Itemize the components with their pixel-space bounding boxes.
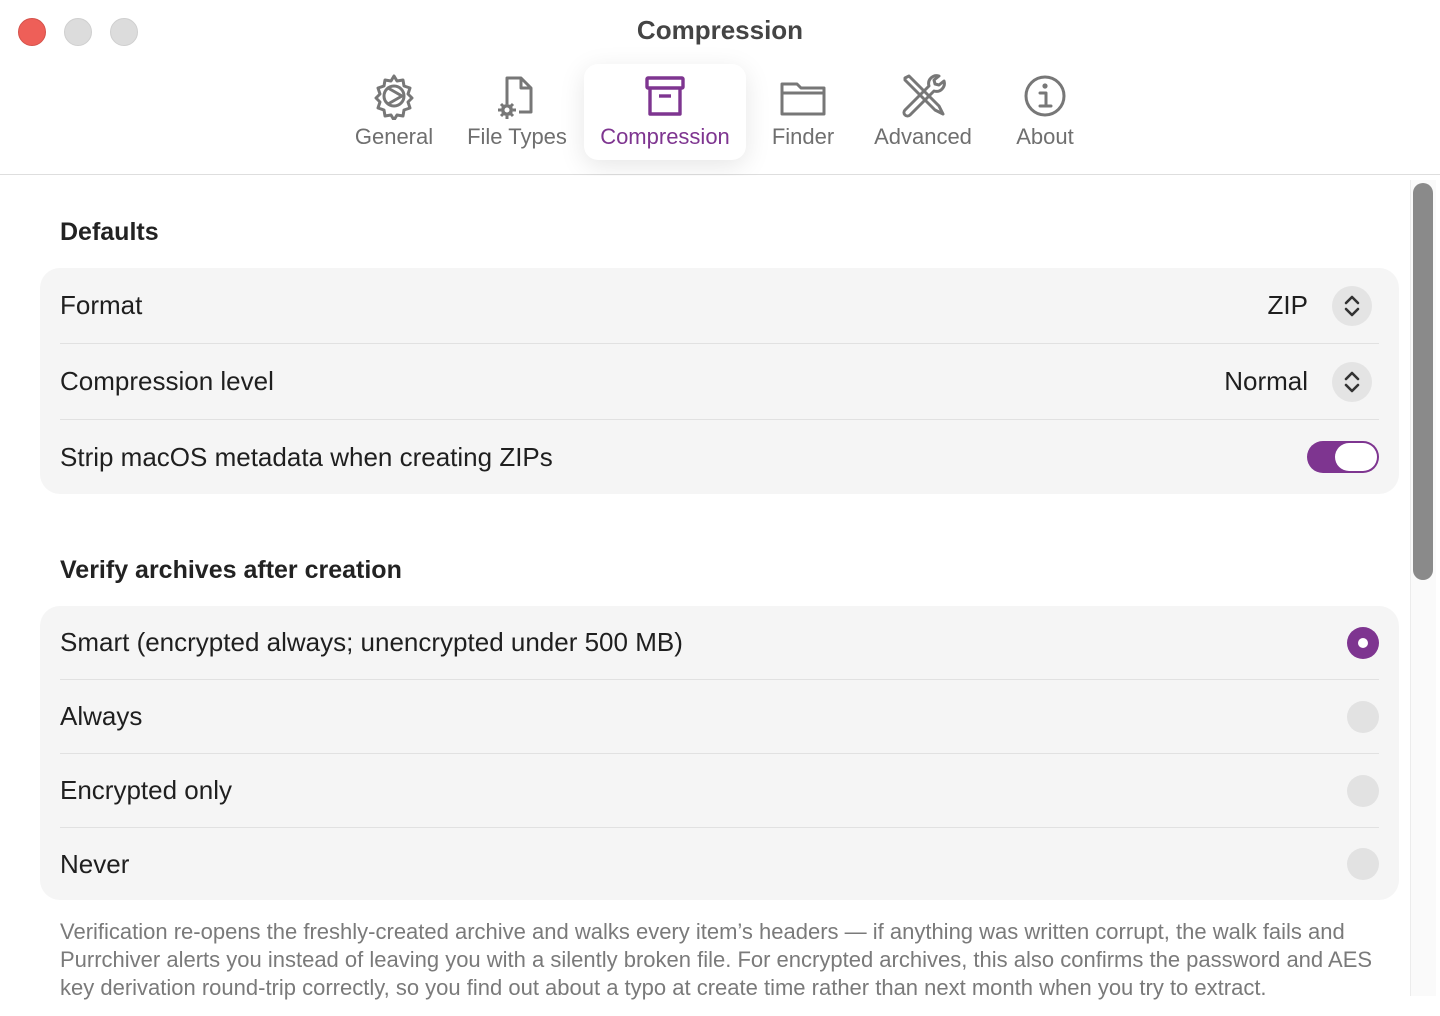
tab-advanced-label: Advanced [874, 124, 972, 149]
compression-level-stepper[interactable] [1332, 361, 1372, 402]
verify-option-smart[interactable]: Smart (encrypted always; unencrypted und… [60, 606, 1379, 680]
format-popup-button[interactable]: ZIP [1267, 285, 1372, 326]
tab-advanced[interactable]: Advanced [862, 64, 984, 160]
verify-never-radio[interactable] [1347, 848, 1379, 880]
defaults-section-title: Defaults [60, 218, 159, 246]
tab-finder[interactable]: Finder [760, 64, 846, 160]
tools-icon [902, 74, 946, 118]
tab-about[interactable]: About [1000, 64, 1090, 160]
verify-always-radio[interactable] [1347, 700, 1379, 733]
tab-compression-label: Compression [600, 124, 730, 149]
strip-metadata-row: Strip macOS metadata when creating ZIPs [60, 420, 1379, 494]
verify-encrypted-only-radio[interactable] [1347, 774, 1379, 807]
tab-general-label: General [354, 124, 434, 149]
verify-option-label: Always [60, 701, 143, 731]
tab-compression[interactable]: Compression [584, 64, 746, 160]
archive-box-icon [645, 76, 685, 116]
format-stepper[interactable] [1332, 285, 1372, 326]
strip-metadata-toggle[interactable] [1307, 441, 1379, 473]
window-title: Compression [636, 15, 804, 45]
strip-metadata-label: Strip macOS metadata when creating ZIPs [60, 441, 553, 472]
verify-section-title: Verify archives after creation [60, 556, 402, 584]
chevron-up-down-icon [1344, 371, 1360, 392]
defaults-group: Format ZIP Compression level Normal Stri… [40, 268, 1399, 494]
window-titlebar: Compression General File Types Compressi… [0, 0, 1440, 175]
format-label: Format [60, 290, 143, 320]
gear-icon [374, 74, 414, 120]
format-row: Format ZIP [60, 268, 1379, 344]
tab-general[interactable]: General [344, 64, 444, 160]
compression-level-popup-button[interactable]: Normal [1224, 361, 1372, 402]
tab-about-label: About [1016, 124, 1074, 149]
verify-option-label: Smart (encrypted always; unencrypted und… [60, 627, 683, 657]
chevron-up-down-icon [1344, 295, 1360, 316]
info-icon [1024, 75, 1066, 117]
format-value: ZIP [1267, 290, 1308, 320]
tab-file-types-label: File Types [467, 124, 567, 149]
tab-finder-label: Finder [771, 124, 835, 149]
document-gear-icon [498, 76, 533, 119]
verify-smart-radio[interactable] [1347, 626, 1379, 659]
verify-footnote: Verification re-opens the freshly-create… [60, 919, 1373, 1000]
scrollbar-thumb[interactable] [1413, 183, 1433, 580]
verify-group: Smart (encrypted always; unencrypted und… [40, 606, 1399, 900]
settings-content: Defaults Format ZIP Compression level No… [0, 176, 1440, 1016]
compression-level-label: Compression level [60, 366, 274, 396]
toggle-knob [1335, 443, 1377, 471]
tab-file-types[interactable]: File Types [456, 64, 578, 160]
compression-level-row: Compression level Normal [60, 344, 1379, 420]
verify-option-always[interactable]: Always [60, 680, 1379, 754]
verify-option-label: Encrypted only [60, 775, 232, 805]
verify-option-encrypted-only[interactable]: Encrypted only [60, 754, 1379, 828]
verify-option-label: Never [60, 848, 130, 879]
compression-level-value: Normal [1224, 366, 1308, 396]
folder-icon [780, 82, 826, 116]
verify-option-never[interactable]: Never [60, 828, 1379, 900]
radio-dot [1358, 637, 1368, 648]
